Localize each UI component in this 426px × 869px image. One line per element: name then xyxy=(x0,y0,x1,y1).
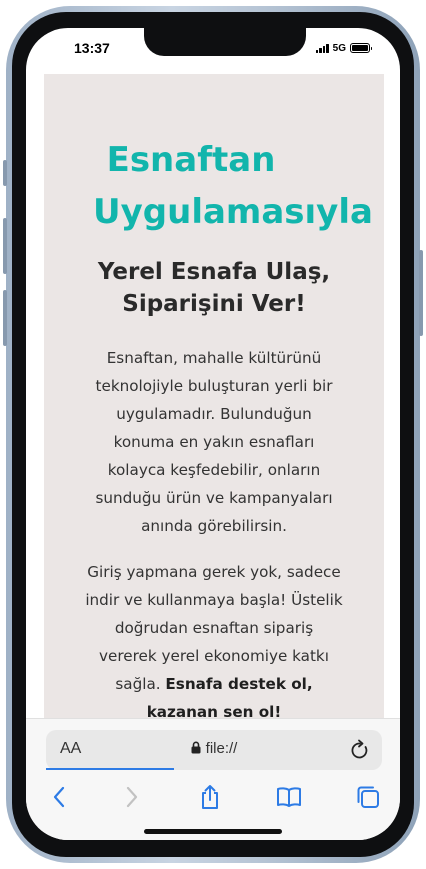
status-time: 13:37 xyxy=(74,40,110,56)
safari-toolbar: AA file:// xyxy=(26,718,400,840)
forward-button[interactable] xyxy=(118,783,146,811)
cta-paragraph: Giriş yapmana gerek yok, sadece indir ve… xyxy=(84,558,344,726)
page-subtitle: Yerel Esnafa Ulaş, Siparişini Ver! xyxy=(97,259,331,317)
battery-icon xyxy=(350,43,372,53)
page-title: Esnaftan Uygulamasıyla xyxy=(44,134,384,238)
cta-text: Giriş yapmana gerek yok, sadece indir ve… xyxy=(85,563,343,693)
page-title-line2: Uygulamasıyla xyxy=(93,192,373,232)
phone-screen: 13:37 5G Esnaftan Uygulamasıyla Yerel Es… xyxy=(26,28,400,840)
home-indicator xyxy=(144,829,282,834)
signal-icon xyxy=(315,43,329,53)
share-icon xyxy=(202,785,218,809)
safari-nav-row xyxy=(26,783,400,813)
url-text: file:// xyxy=(205,740,238,757)
lock-icon xyxy=(191,741,201,754)
mute-switch xyxy=(3,160,7,186)
notch xyxy=(144,28,306,56)
address-bar[interactable]: AA file:// xyxy=(46,730,382,770)
share-button[interactable] xyxy=(196,783,224,811)
reload-icon[interactable] xyxy=(350,739,370,761)
forward-icon xyxy=(126,786,138,808)
power-button xyxy=(419,250,423,336)
back-button[interactable] xyxy=(45,783,73,811)
page-title-line1: Esnaftan xyxy=(106,140,276,180)
intro-paragraph: Esnaftan, mahalle kültürünü teknolojiyle… xyxy=(95,349,333,535)
volume-down-button xyxy=(3,290,7,346)
tabs-icon xyxy=(357,786,379,808)
network-label: 5G xyxy=(332,42,346,54)
url-display[interactable]: file:// xyxy=(46,740,382,757)
status-indicators: 5G xyxy=(315,42,372,54)
web-content: Esnaftan Uygulamasıyla Yerel Esnafa Ulaş… xyxy=(44,74,384,764)
back-icon xyxy=(53,786,65,808)
cta-bold-text: Esnafa destek ol, kazanan sen ol! xyxy=(146,675,313,721)
tabs-button[interactable] xyxy=(354,783,382,811)
page-load-progress xyxy=(46,768,174,770)
volume-up-button xyxy=(3,218,7,274)
bookmarks-button[interactable] xyxy=(275,783,303,811)
bookmarks-icon xyxy=(277,787,301,807)
